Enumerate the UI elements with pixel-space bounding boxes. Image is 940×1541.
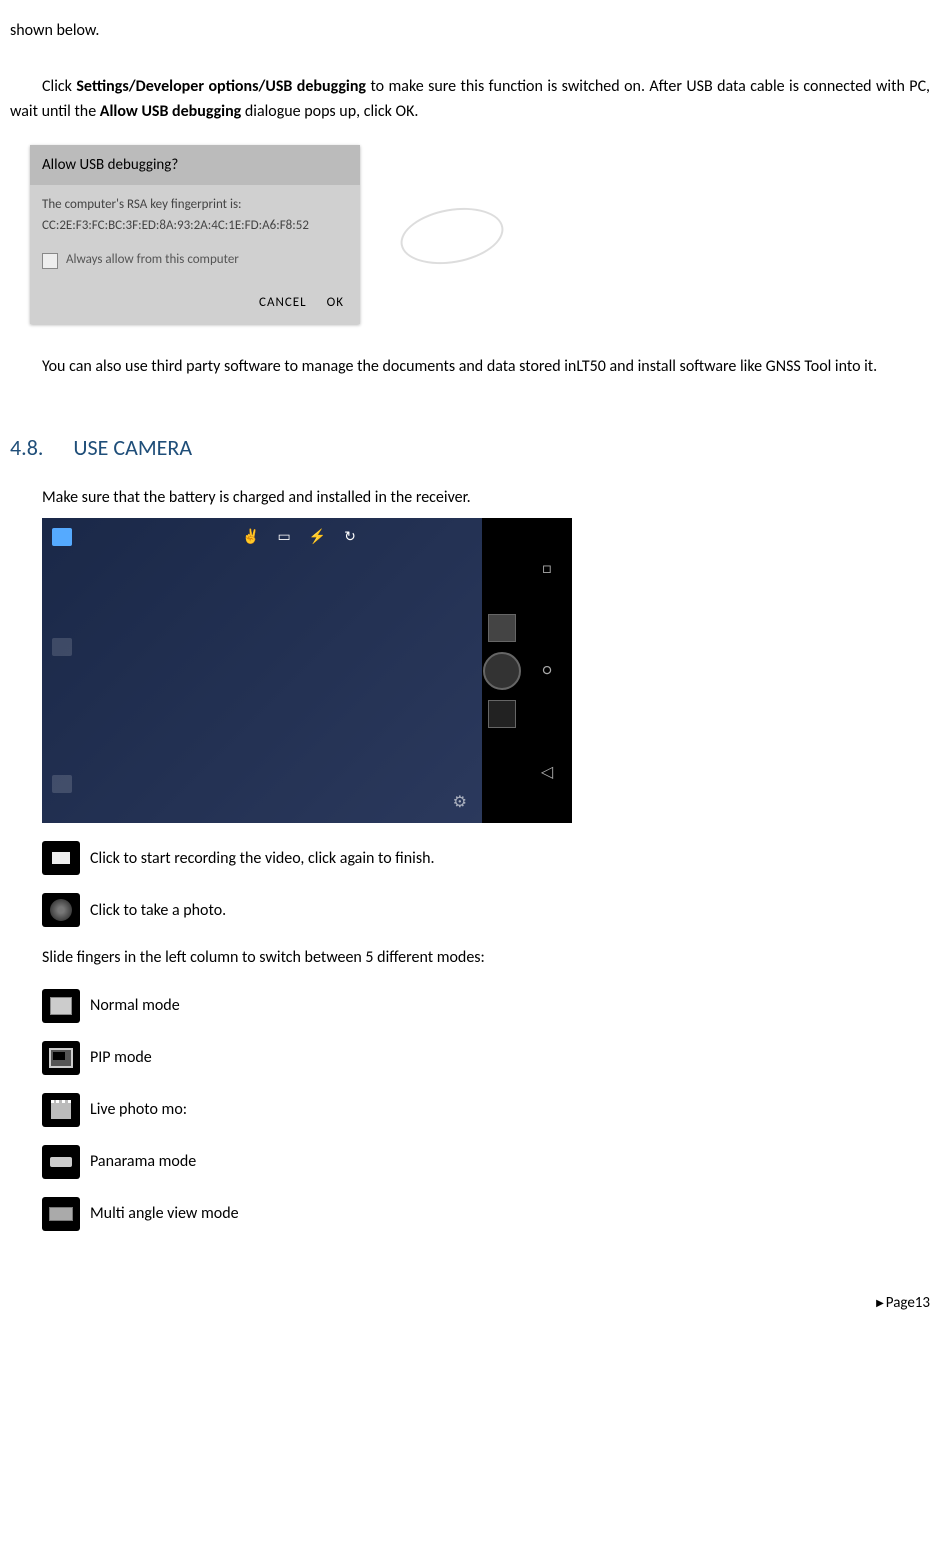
normal-mode-icon [42,989,80,1023]
pip-text: PIP mode [90,1045,152,1071]
recent-apps-icon[interactable]: □ [542,556,552,582]
multi-mode-item: Multi angle view mode [42,1197,930,1231]
section-heading: 4.8. USE CAMERA [10,430,930,465]
cancel-button[interactable]: CANCEL [259,293,307,314]
checkbox-icon[interactable] [42,253,58,269]
dialog-body: The computer's RSA key fingerprint is: C… [30,185,360,247]
effect-icon[interactable]: ✌ [242,526,259,548]
camera-screenshot: ✌ ▭ ⚡ ↻ ⚙ □ ○ ◁ [42,518,572,823]
dialog-body-line2: CC:2E:F3:FC:BC:3F:ED:8A:93:2A:4C:1E:FD:A… [42,216,348,237]
usb-dialog: Allow USB debugging? The computer's RSA … [30,145,360,324]
dialog-title: Allow USB debugging? [30,145,360,185]
cable-image [380,189,530,279]
third-party-para: You can also use third party software to… [10,354,930,380]
camera-shutter-column [482,518,522,823]
video-record-button[interactable] [488,700,516,728]
section-title: USE CAMERA [73,434,192,461]
video-item: Click to start recording the video, clic… [42,841,930,875]
pano-mode-icon [42,1145,80,1179]
p1-bold1: Settings/Developer options/USB debugging [76,77,366,96]
p1-suffix: dialogue pops up, click OK. [241,102,418,121]
p1-bold2: Allow USB debugging [100,102,241,121]
slide-text: Slide fingers in the left column to swit… [42,945,930,971]
page-footer: Page13 [10,1291,930,1315]
usb-paragraph: Click Settings/Developer options/USB deb… [10,74,930,125]
live-mode-icon [42,1093,80,1127]
nav-bar: □ ○ ◁ [522,518,572,823]
hdr-icon[interactable]: ▭ [277,526,290,548]
intro-fragment: shown below. [10,18,930,44]
back-icon[interactable]: ◁ [541,760,553,786]
camera-intro: Make sure that the battery is charged an… [42,485,930,511]
dialog-body-line1: The computer's RSA key fingerprint is: [42,195,348,216]
settings-gear-icon[interactable]: ⚙ [453,790,467,816]
normal-mode-item: Normal mode [42,989,930,1023]
dialog-buttons: CANCEL OK [30,283,360,324]
shutter-icon [42,893,80,927]
multi-mode-icon [42,1197,80,1231]
switch-camera-icon[interactable]: ↻ [344,526,356,548]
thumbnail-preview[interactable] [488,614,516,642]
shutter-button[interactable] [483,652,521,690]
dialog-screenshot-row: Allow USB debugging? The computer's RSA … [30,145,930,324]
dialog-checkbox-row: Always allow from this computer [30,246,360,283]
camera-top-icons: ✌ ▭ ⚡ ↻ [242,526,356,548]
dialog-checkbox-label: Always allow from this computer [66,250,239,271]
video-text: Click to start recording the video, clic… [90,846,435,872]
photo-text: Click to take a photo. [90,898,226,924]
live-text: Live photo mo: [90,1097,187,1123]
ok-button[interactable]: OK [327,293,344,314]
p1-prefix: Click [42,77,76,96]
normal-text: Normal mode [90,993,180,1019]
pano-mode-item: Panarama mode [42,1145,930,1179]
section-num: 4.8. [10,434,43,461]
gallery-icon[interactable] [52,528,72,546]
pip-mode-item: PIP mode [42,1041,930,1075]
mode-icon[interactable] [52,638,72,656]
pano-text: Panarama mode [90,1149,196,1175]
pip-mode-icon [42,1041,80,1075]
multi-text: Multi angle view mode [90,1201,239,1227]
camera-main-area: ✌ ▭ ⚡ ↻ ⚙ [42,518,482,823]
flash-icon[interactable]: ⚡ [309,526,326,548]
live-mode-item: Live photo mo: [42,1093,930,1127]
photo-item: Click to take a photo. [42,893,930,927]
video-icon [42,841,80,875]
home-icon[interactable]: ○ [543,658,552,684]
mode-icon-2[interactable] [52,775,72,793]
